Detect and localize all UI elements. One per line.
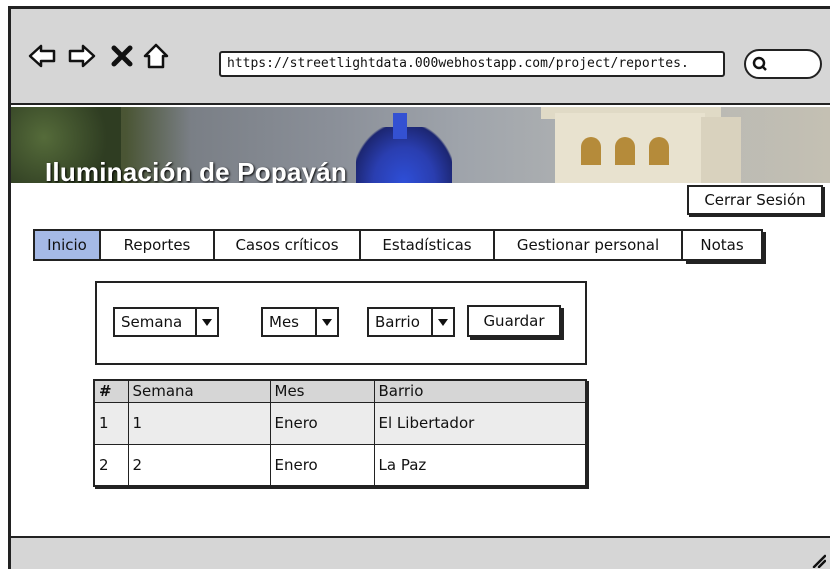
table-header-row: # Semana Mes Barrio xyxy=(93,379,587,403)
tab-reportes[interactable]: Reportes xyxy=(101,229,215,261)
chevron-down-icon xyxy=(431,309,453,335)
column-header: Semana xyxy=(127,379,271,403)
banner-window-image xyxy=(615,137,635,165)
search-icon xyxy=(752,56,767,71)
banner-lantern-image xyxy=(393,113,407,139)
tab-inicio[interactable]: Inicio xyxy=(33,229,101,261)
save-button[interactable]: Guardar xyxy=(467,305,561,337)
month-select[interactable]: Mes xyxy=(261,307,339,337)
tab-estadisticas[interactable]: Estadísticas xyxy=(361,229,495,261)
column-header: Barrio xyxy=(373,379,587,403)
tab-notas[interactable]: Notas xyxy=(683,229,763,261)
month-select-value: Mes xyxy=(269,313,299,331)
table-row[interactable]: 1 1 Enero El Libertador xyxy=(93,401,587,445)
column-header: # xyxy=(93,379,129,403)
header-banner: Iluminación de Popayán xyxy=(11,107,830,183)
chevron-down-icon xyxy=(195,309,217,335)
page-title: Iluminación de Popayán xyxy=(45,157,348,183)
table-cell: El Libertador xyxy=(373,401,587,445)
tab-gestionar-personal[interactable]: Gestionar personal xyxy=(495,229,683,261)
reports-table: # Semana Mes Barrio 1 1 Enero El Liberta… xyxy=(93,379,587,487)
week-select[interactable]: Semana xyxy=(113,307,219,337)
table-cell: Enero xyxy=(269,401,375,445)
table-row[interactable]: 2 2 Enero La Paz xyxy=(93,443,587,487)
table-cell: 2 xyxy=(93,443,129,487)
table-cell: 2 xyxy=(127,443,271,487)
browser-toolbar: https://streetlightdata.000webhostapp.co… xyxy=(11,9,830,105)
chevron-down-icon xyxy=(315,309,337,335)
neighborhood-select[interactable]: Barrio xyxy=(367,307,455,337)
tab-bar: Inicio Reportes Casos críticos Estadísti… xyxy=(33,229,763,261)
table-cell: 1 xyxy=(127,401,271,445)
column-header: Mes xyxy=(269,379,375,403)
table-cell: Enero xyxy=(269,443,375,487)
back-arrow-icon[interactable] xyxy=(25,39,59,73)
table-cell: La Paz xyxy=(373,443,587,487)
logout-button[interactable]: Cerrar Sesión xyxy=(687,185,823,215)
home-icon[interactable] xyxy=(139,39,173,73)
close-icon[interactable] xyxy=(105,39,139,73)
url-bar[interactable]: https://streetlightdata.000webhostapp.co… xyxy=(219,51,725,77)
tab-casos-criticos[interactable]: Casos críticos xyxy=(215,229,361,261)
banner-wing-image xyxy=(701,117,741,183)
resize-grip-icon[interactable] xyxy=(810,552,826,568)
banner-window-image xyxy=(649,137,669,165)
filter-panel: Semana Mes Barrio Guardar xyxy=(95,281,587,365)
browser-window: https://streetlightdata.000webhostapp.co… xyxy=(8,6,830,569)
table-cell: 1 xyxy=(93,401,129,445)
forward-arrow-icon[interactable] xyxy=(65,39,99,73)
banner-window-image xyxy=(581,137,601,165)
neighborhood-select-value: Barrio xyxy=(375,313,420,331)
browser-search-box[interactable] xyxy=(744,49,822,79)
week-select-value: Semana xyxy=(121,313,183,331)
browser-status-bar xyxy=(11,536,830,569)
